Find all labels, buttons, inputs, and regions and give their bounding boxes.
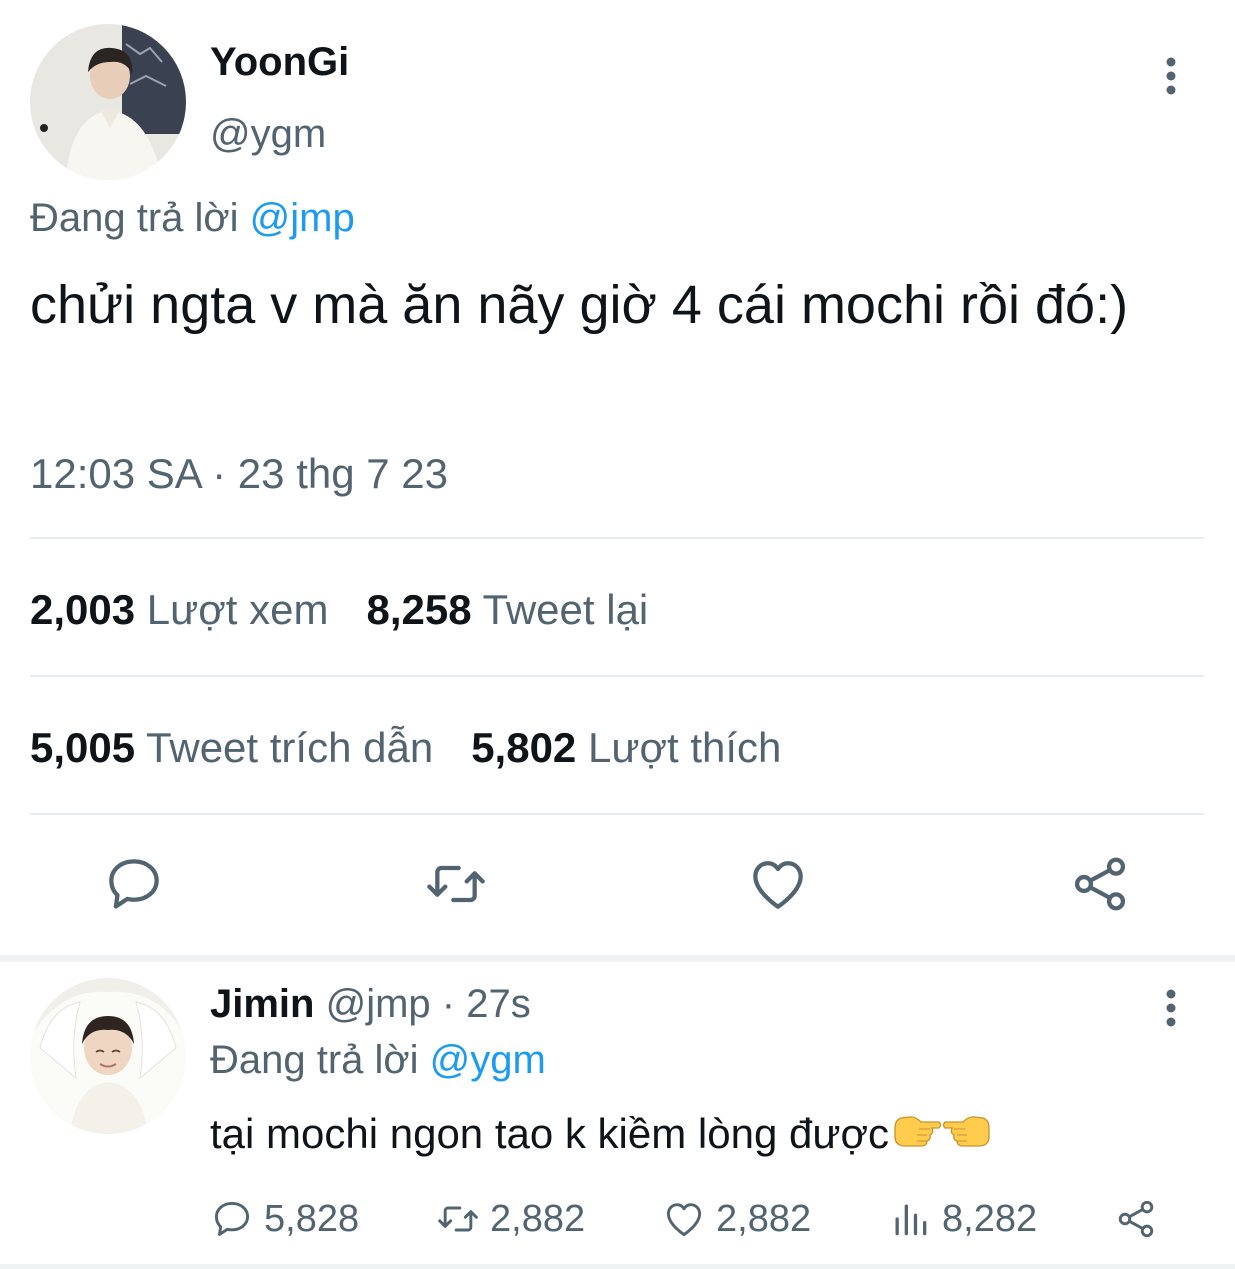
quotes-count: 5,005 xyxy=(30,724,136,771)
reply-text-row: tại mochi ngon tao k kiềm lòng được xyxy=(210,1108,993,1158)
reply-icon[interactable] xyxy=(102,852,166,916)
more-options-icon[interactable] xyxy=(1155,984,1187,1032)
share-icon xyxy=(1118,1200,1154,1238)
stats-row: 2,003 Lượt xem 8,258 Tweet lại xyxy=(30,586,686,634)
reply-time[interactable]: · 27s xyxy=(442,982,531,1026)
section-separator xyxy=(0,955,1235,962)
retweets-count: 8,258 xyxy=(366,586,472,633)
reply-header: Jimin @jmp · 27s xyxy=(210,982,531,1027)
quotes-stat[interactable]: 5,005 Tweet trích dẫn xyxy=(30,724,433,772)
retweet-icon[interactable] xyxy=(424,852,488,916)
likes-label: Lượt thích xyxy=(587,724,782,771)
mention-link[interactable]: @jmp xyxy=(250,196,355,240)
retweets-label: Tweet lại xyxy=(482,586,649,633)
reply-retweet-button[interactable]: 2,882 xyxy=(436,1194,585,1244)
replying-to: Đang trả lời @jmp xyxy=(30,196,355,241)
views-count: 2,003 xyxy=(30,586,136,633)
stats-row: 5,005 Tweet trích dẫn 5,802 Lượt thích xyxy=(30,724,819,772)
divider xyxy=(30,813,1204,815)
author-handle[interactable]: @ygm xyxy=(210,112,326,157)
pointing-left-emoji-icon xyxy=(891,1108,942,1152)
author-name[interactable]: YoonGi xyxy=(210,40,349,85)
pointing-right-emoji-icon xyxy=(942,1108,993,1152)
retweets-stat[interactable]: 8,258 Tweet lại xyxy=(366,586,648,634)
reply-tweet[interactable]: Jimin @jmp · 27s Đang trả lời @ygm tại m… xyxy=(0,962,1235,1269)
quotes-label: Tweet trích dẫn xyxy=(146,724,434,771)
more-options-icon[interactable] xyxy=(1155,52,1187,100)
retweet-count: 2,882 xyxy=(490,1197,586,1240)
main-tweet: YoonGi @ygm Đang trả lời @jmp chửi ngta … xyxy=(0,0,1235,955)
tweet-text: chửi ngta v mà ăn nãy giờ 4 cái mochi rồ… xyxy=(30,275,1129,335)
views-count: 8,282 xyxy=(942,1197,1038,1240)
divider xyxy=(30,537,1204,539)
divider xyxy=(30,675,1204,677)
views-label: Lượt xem xyxy=(146,586,329,633)
retweet-icon xyxy=(438,1206,478,1232)
avatar[interactable] xyxy=(30,978,186,1134)
replying-to-label: Đang trả lời xyxy=(30,196,239,240)
bottom-divider xyxy=(0,1264,1235,1269)
views-icon xyxy=(895,1204,927,1236)
reply-share-button[interactable] xyxy=(1114,1194,1168,1244)
heart-icon xyxy=(666,1203,702,1237)
replying-to-label: Đang trả lời xyxy=(210,1038,419,1082)
replying-to: Đang trả lời @ygm xyxy=(210,1038,546,1083)
heart-icon[interactable] xyxy=(746,852,810,916)
mention-link[interactable]: @ygm xyxy=(430,1038,546,1082)
avatar[interactable] xyxy=(30,24,186,180)
reply-count: 5,828 xyxy=(264,1197,360,1240)
reply-like-button[interactable]: 2,882 xyxy=(662,1194,811,1244)
views-stat[interactable]: 2,003 Lượt xem xyxy=(30,586,328,634)
likes-count: 5,802 xyxy=(471,724,577,771)
likes-stat[interactable]: 5,802 Lượt thích xyxy=(471,724,781,772)
reply-author-handle[interactable]: @jmp xyxy=(326,982,431,1026)
share-icon[interactable] xyxy=(1068,852,1132,916)
like-count: 2,882 xyxy=(716,1197,812,1240)
reply-views-button[interactable]: 8,282 xyxy=(888,1194,1037,1244)
reply-icon xyxy=(214,1201,250,1236)
reply-reply-button[interactable]: 5,828 xyxy=(210,1194,359,1244)
reply-actions: 5,828 2,882 2,882 8,282 xyxy=(210,1194,1170,1244)
reply-author-name[interactable]: Jimin xyxy=(210,982,314,1026)
timestamp[interactable]: 12:03 SA · 23 thg 7 23 xyxy=(30,450,448,498)
reply-text: tại mochi ngon tao k kiềm lòng được xyxy=(210,1110,889,1157)
